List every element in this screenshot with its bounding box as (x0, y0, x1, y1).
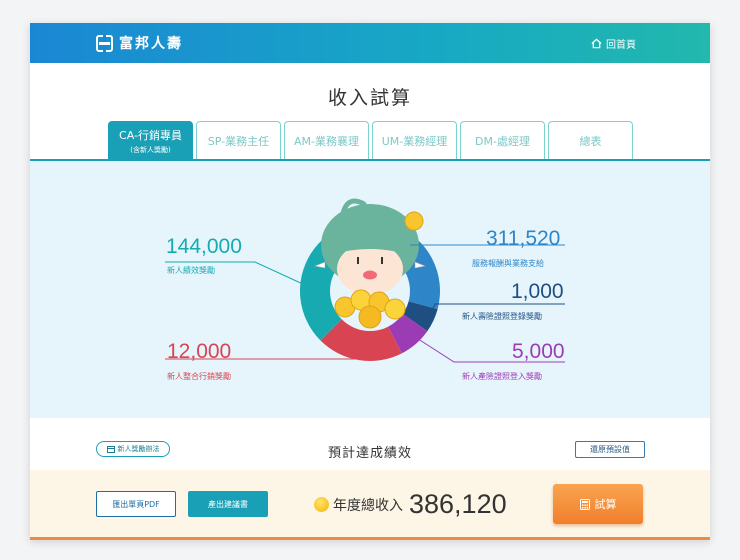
calculate-button[interactable]: 試算 (553, 484, 643, 524)
page-title: 收入試算 (327, 87, 412, 109)
fubon-logo-icon (96, 34, 113, 52)
property-label: 新人產險證照登入獎勵 (462, 372, 542, 381)
reset-button[interactable]: 還原預設值 (575, 441, 645, 458)
tab-am-label: AM-業務襄理 (294, 134, 359, 148)
top-header: 富邦人壽 回首頁 (30, 23, 710, 63)
tab-ca-label: CA-行銷專員 (119, 128, 182, 142)
performance-label: 新人績效獎勵 (167, 266, 215, 275)
proposal-button[interactable]: 產出建議書 (188, 491, 268, 517)
tab-sp[interactable]: SP-業務主任 (196, 121, 281, 159)
integrated-label: 新人整合行銷獎勵 (167, 372, 231, 381)
property-value: 5,000 (512, 340, 565, 363)
performance-row: 新人獎勵辦法 預計達成績效 還原預設值 (30, 438, 710, 468)
calculator-icon (579, 498, 590, 510)
service-value: 311,520 (486, 227, 561, 250)
tab-dm-label: DM-處經理 (475, 134, 530, 148)
main-card: 富邦人壽 回首頁 收入試算 CA-行銷專員 (含新人獎勵) SP-業務主任 AM… (30, 23, 710, 540)
service-label: 服務報酬與業務支給 (472, 259, 544, 268)
tab-summary-label: 總表 (579, 134, 602, 148)
life-label: 新人壽險證照登錄獎勵 (462, 312, 542, 321)
brand-name: 富邦人壽 (119, 36, 183, 52)
tab-ca[interactable]: CA-行銷專員 (含新人獎勵) (108, 121, 193, 159)
annual-total: 年度總收入 386,120 (314, 489, 507, 520)
coin-icon (314, 497, 329, 512)
tab-um-label: UM-業務經理 (381, 134, 448, 148)
tab-um[interactable]: UM-業務經理 (372, 121, 457, 159)
tab-summary[interactable]: 總表 (548, 121, 633, 159)
home-link[interactable]: 回首頁 (591, 36, 636, 51)
integrated-value: 12,000 (167, 340, 232, 363)
tab-dm[interactable]: DM-處經理 (460, 121, 545, 159)
calculate-label: 試算 (594, 498, 617, 511)
total-label: 年度總收入 (333, 497, 403, 514)
home-label: 回首頁 (606, 39, 636, 51)
income-chart-area: 144,000 新人績效獎勵 311,520 服務報酬與業務支給 1,000 新… (30, 161, 710, 418)
home-icon (591, 38, 602, 48)
brand-logo[interactable]: 富邦人壽 (96, 33, 183, 53)
export-pdf-button[interactable]: 匯出單頁PDF (96, 491, 176, 517)
income-donut-chart (165, 198, 565, 363)
tab-ca-sub: (含新人獎勵) (130, 145, 171, 154)
tab-sp-label: SP-業務主任 (207, 134, 270, 148)
life-value: 1,000 (511, 280, 564, 303)
footer-bar: 匯出單頁PDF 產出建議書 年度總收入 386,120 試算 (30, 470, 710, 540)
total-value: 386,120 (409, 489, 507, 519)
performance-value: 144,000 (166, 235, 242, 258)
role-tabs: CA-行銷專員 (含新人獎勵) SP-業務主任 AM-業務襄理 UM-業務經理 … (108, 121, 633, 159)
tab-am[interactable]: AM-業務襄理 (284, 121, 369, 159)
